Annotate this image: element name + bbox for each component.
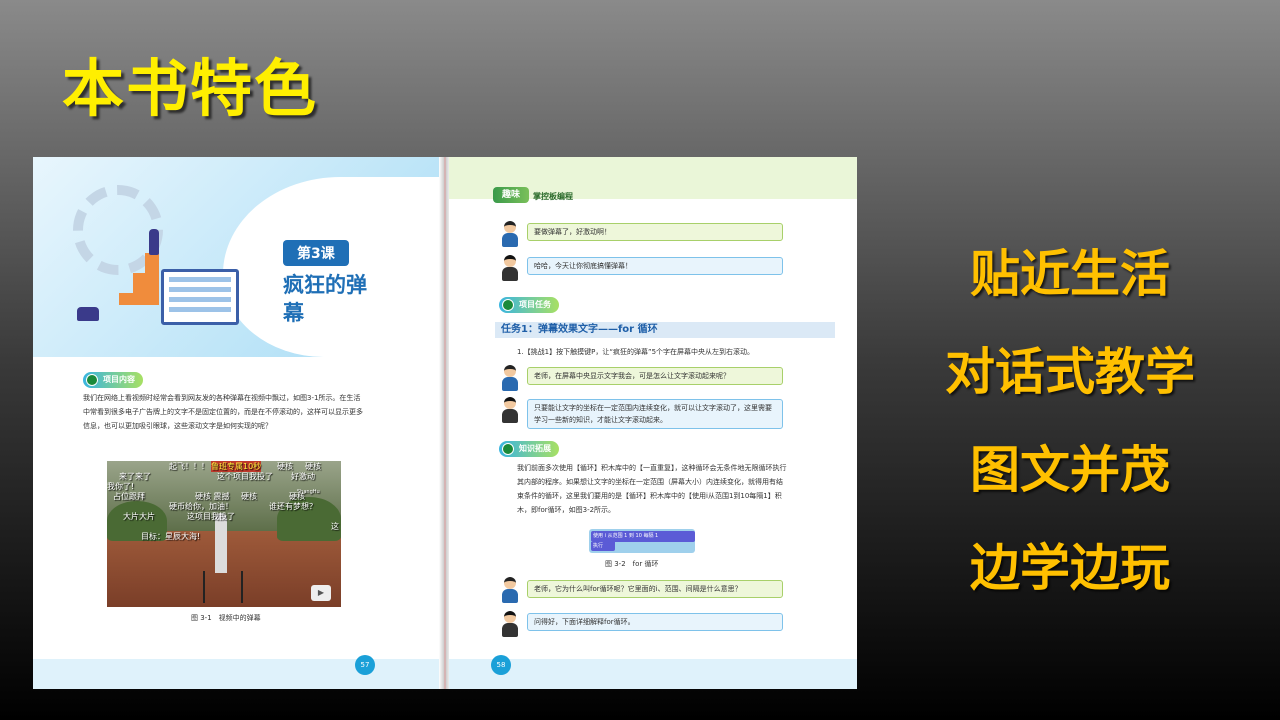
stair-step xyxy=(133,273,159,293)
lesson-hero-illustration: 第3课 疯狂的弹幕 xyxy=(33,157,441,357)
feature-item: 对话式教学 xyxy=(945,343,1195,401)
person-figure xyxy=(149,229,159,255)
dialog-bubble: 老师，它为什么叫for循环呢？它里面的i、范围、间隔是什么意思？ xyxy=(527,580,783,598)
hero-background-shape xyxy=(223,177,441,357)
slide-title: 本书特色 xyxy=(62,52,319,125)
danmaku-video[interactable]: 起飞！！！ 鲁班专属10秒 硬核 硬核 来了来了 这个项目我投了 好激动 我你了… xyxy=(107,461,341,607)
student-avatar-icon xyxy=(501,365,519,391)
intro-paragraph: 我们在网络上看视频时经常会看到网友发的各种弹幕在视频中飘过，如图3-1所示。在生… xyxy=(83,394,363,430)
lesson-title: 疯狂的弹幕 xyxy=(283,273,367,325)
danmaku-text: 这 xyxy=(331,522,339,531)
figure-caption-3-1: 图 3-1 视频中的弹幕 xyxy=(191,614,261,622)
block-label: 使用 i 从范围 1 到 10 每隔 1 xyxy=(591,531,695,542)
feature-list: 贴近生活 对话式教学 图文并茂 边学边玩 xyxy=(930,225,1210,617)
danmaku-text: 谁还有梦想？ xyxy=(269,502,317,511)
dialog-bubble: 哈哈，今天让你彻底搞懂弹幕！ xyxy=(527,257,783,275)
section-tag-project: 项目内容 xyxy=(83,372,143,388)
dialog-bubble: 只要能让文字的坐标在一定范围内连续变化，就可以让文字滚动了，这里需要学习一些新的… xyxy=(527,399,783,429)
teacher-avatar-icon xyxy=(501,255,519,281)
task-title: 任务1：弹幕效果文字——for 循环 xyxy=(495,322,835,338)
right-page: 趣味 掌控板编程 要做弹幕了，好激动啊！ 哈哈，今天让你彻底搞懂弹幕！ 项目任务… xyxy=(449,157,857,689)
book-spread: 第3课 疯狂的弹幕 项目内容 我们在网络上看视频时经常会看到网友发的各种弹幕在视… xyxy=(33,157,857,689)
feature-item: 贴近生活 xyxy=(970,245,1170,303)
for-loop-block: 使用 i 从范围 1 到 10 每隔 1 执行 xyxy=(589,529,695,553)
student-avatar-icon xyxy=(501,221,519,247)
knowledge-paragraph: 我们前面多次使用【循环】积木库中的【一直重复】，这种循环会无条件地无限循环执行其… xyxy=(517,464,787,514)
section-tag-knowledge: 知识拓展 xyxy=(499,441,559,457)
stair-step xyxy=(145,253,159,273)
task-step: 1.【挑战1】按下触摸键P，让“疯狂的弹幕”5个字在屏幕中央从左到右滚动。 xyxy=(517,348,755,356)
feature-item: 边学边玩 xyxy=(970,539,1170,597)
danmaku-text: 大片大片 xyxy=(123,512,155,521)
danmaku-text: 好激动 xyxy=(291,472,315,481)
danmaku-text: 目标：星辰大海! xyxy=(141,532,201,541)
left-page: 第3课 疯狂的弹幕 项目内容 我们在网络上看视频时经常会看到网友发的各种弹幕在视… xyxy=(33,157,441,689)
monitor-illustration xyxy=(161,269,239,325)
lesson-badge: 第3课 xyxy=(283,240,349,266)
person-figure xyxy=(77,307,99,321)
block-label: 执行 xyxy=(591,542,615,551)
header-text: 掌控板编程 xyxy=(533,192,573,201)
page-number: 58 xyxy=(491,655,511,675)
page-footer-wave xyxy=(33,659,441,689)
stair-step xyxy=(119,293,159,305)
dialog-bubble: 问得好，下面详细解释for循环。 xyxy=(527,613,783,631)
danmaku-text: 这项目我投了 xyxy=(187,512,235,521)
teacher-avatar-icon xyxy=(501,397,519,423)
teacher-avatar-icon xyxy=(501,611,519,637)
danmaku-text: 硬核 xyxy=(241,492,257,501)
header-badge: 趣味 xyxy=(493,187,529,203)
danmaku-text: 这个项目我投了 xyxy=(217,472,273,481)
section-tag-task: 项目任务 xyxy=(499,297,559,313)
danmaku-text: 起飞！！！ xyxy=(169,462,209,471)
page-number: 57 xyxy=(355,655,375,675)
dialog-bubble: 要做弹幕了，好激动啊！ xyxy=(527,223,783,241)
dialog-bubble: 老师，在屏幕中央显示文字我会，可是怎么让文字滚动起来呢？ xyxy=(527,367,783,385)
rocket-stand xyxy=(203,571,243,603)
rocket-illustration xyxy=(215,513,227,573)
student-avatar-icon xyxy=(501,577,519,603)
feature-item: 图文并茂 xyxy=(970,441,1170,499)
play-icon[interactable]: ▶ xyxy=(311,585,331,601)
danmaku-text: 占位跟拜 xyxy=(113,492,145,501)
figure-caption-3-2: 图 3-2 for 循环 xyxy=(605,560,659,568)
